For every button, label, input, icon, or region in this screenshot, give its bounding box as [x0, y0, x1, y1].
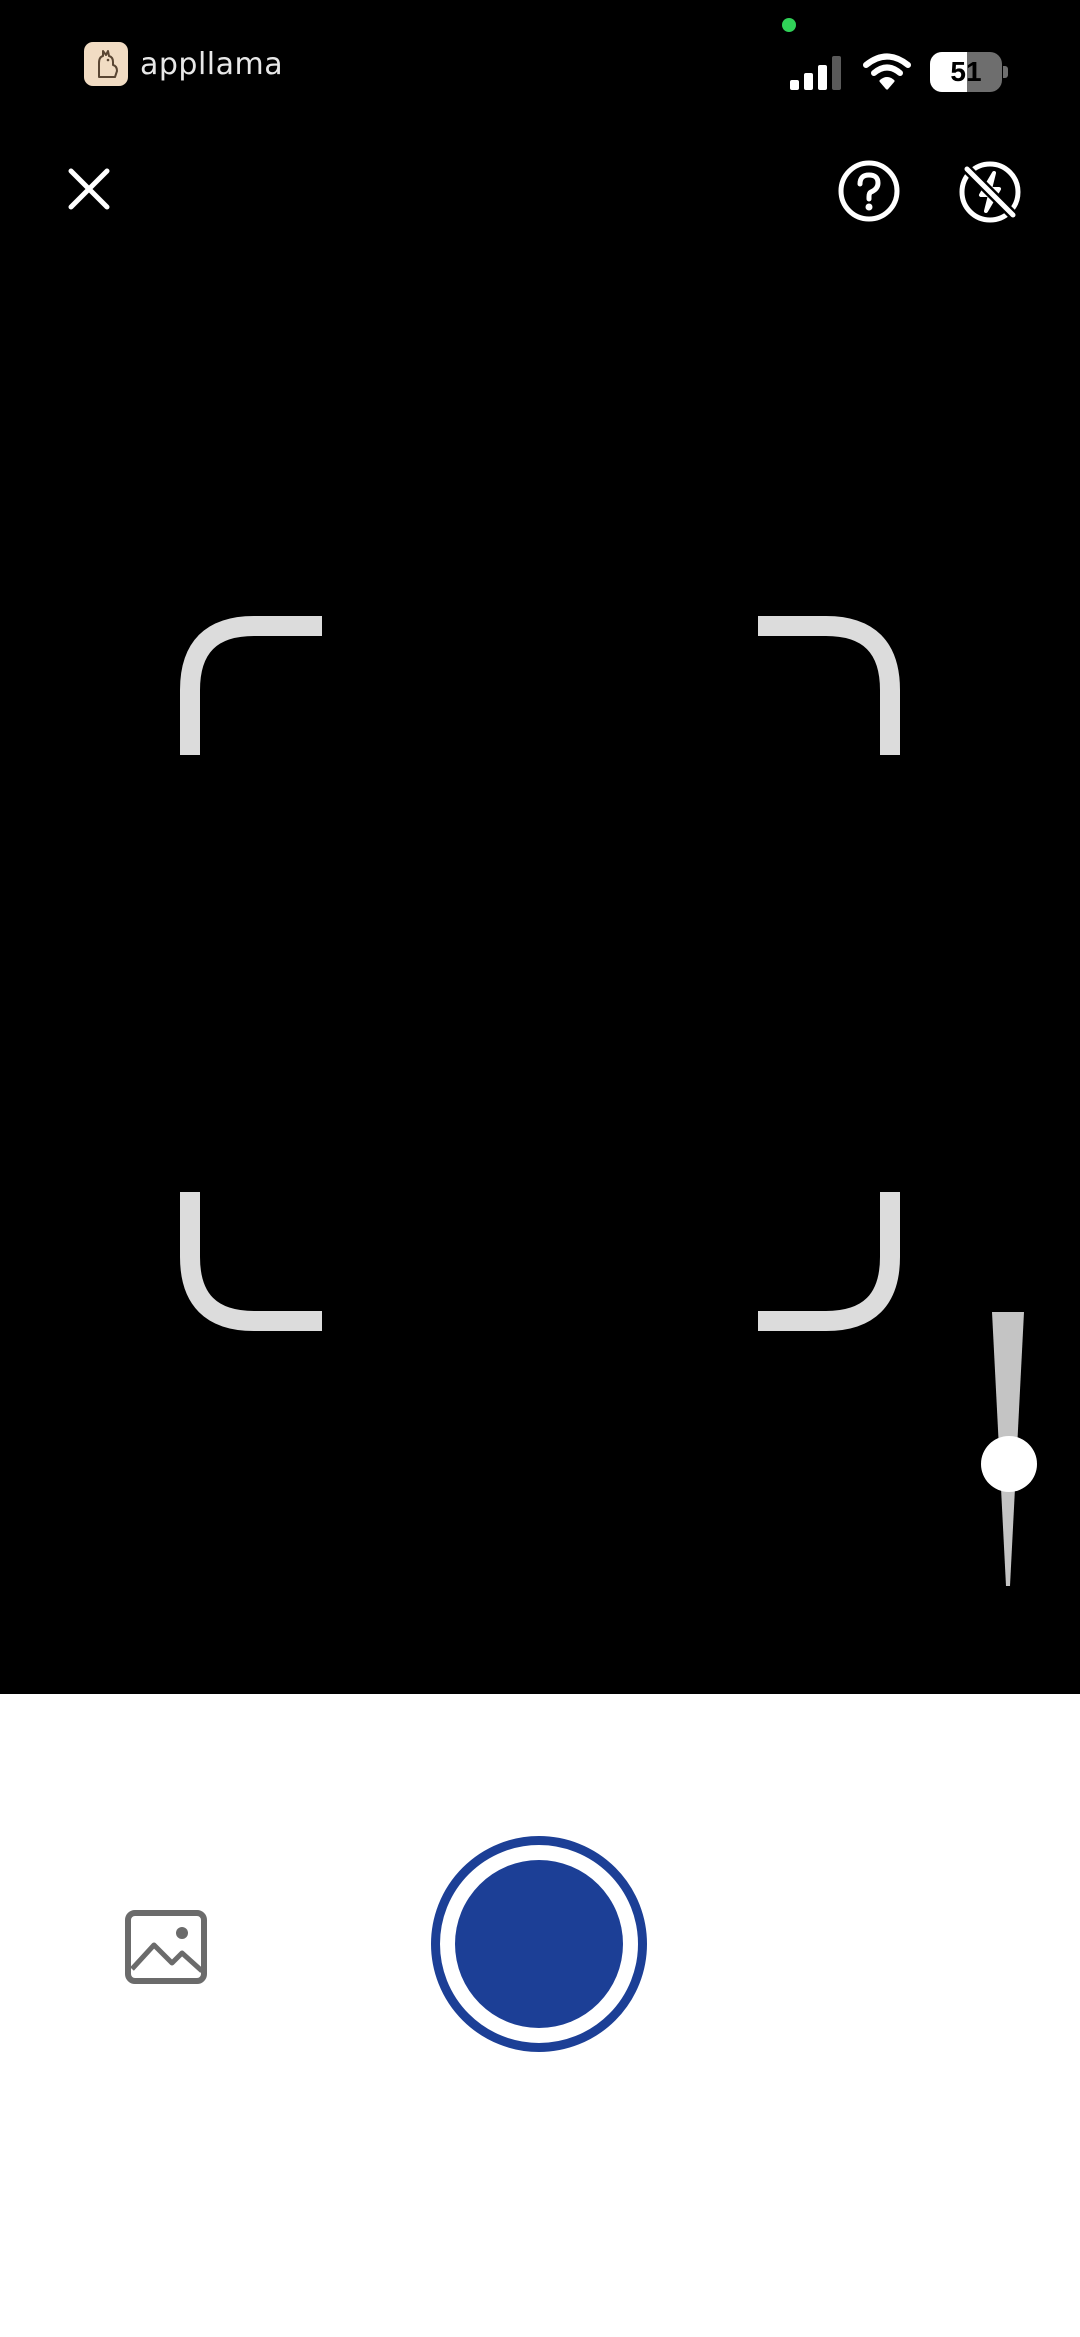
cellular-signal-icon: [790, 56, 841, 90]
scan-frame-guide: [180, 616, 900, 1331]
flash-toggle-button[interactable]: [952, 154, 1028, 230]
battery-tip: [1003, 66, 1008, 78]
close-button[interactable]: [54, 154, 124, 224]
wifi-icon: [863, 53, 911, 90]
capture-panel: [0, 1694, 1080, 2337]
close-icon: [68, 168, 110, 210]
battery-indicator: 51: [930, 52, 1008, 92]
shutter-button-core: [455, 1860, 623, 2028]
camera-viewfinder: appllama 51: [0, 0, 1080, 1694]
zoom-slider-thumb[interactable]: [981, 1436, 1037, 1492]
status-bar: appllama 51: [0, 0, 1080, 130]
app-name: appllama: [140, 46, 284, 82]
app-badge: appllama: [84, 40, 283, 88]
battery-icon: 51: [930, 52, 1002, 92]
zoom-slider[interactable]: [978, 1310, 1038, 1590]
flash-off-icon: [959, 161, 1021, 223]
battery-level: 51: [950, 56, 982, 87]
gallery-button[interactable]: [124, 1909, 208, 1985]
privacy-indicator-dot: [782, 18, 796, 32]
llama-logo-icon: [84, 42, 128, 86]
gallery-image-icon: [125, 1910, 207, 1984]
shutter-button[interactable]: [431, 1836, 647, 2052]
help-circle-icon: [838, 160, 900, 222]
help-button[interactable]: [832, 154, 906, 228]
